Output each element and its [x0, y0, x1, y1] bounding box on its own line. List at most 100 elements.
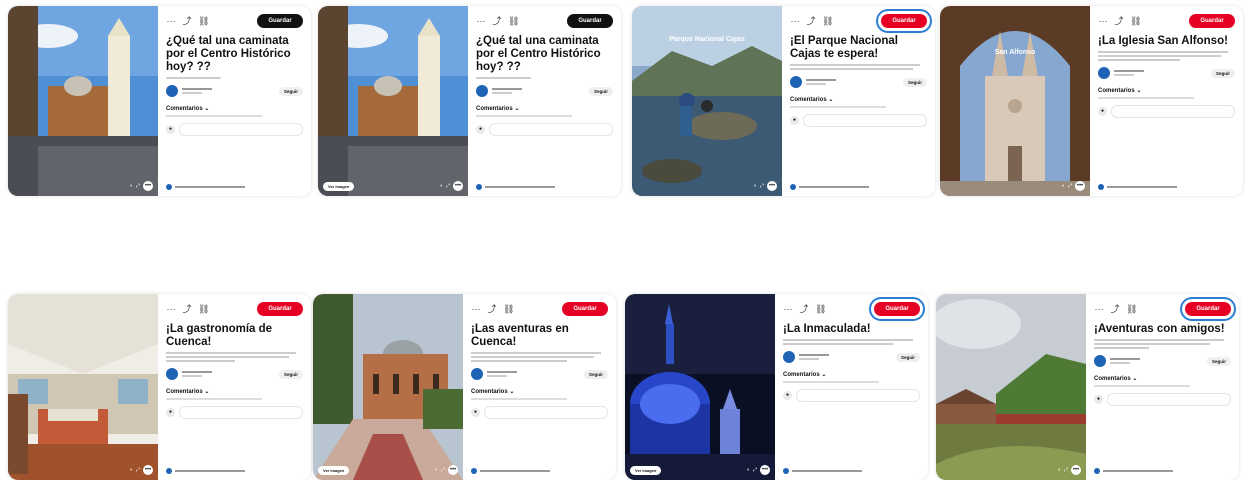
save-button[interactable]: Guardar [257, 302, 303, 316]
share-icon[interactable]: ⤴ [182, 16, 192, 26]
save-button[interactable]: Guardar [567, 14, 613, 28]
comment-input[interactable] [1107, 393, 1231, 406]
link-icon[interactable]: ⛓ [198, 304, 209, 314]
follow-button[interactable]: Seguir [1210, 68, 1235, 78]
more-options-icon[interactable]: ··· [471, 304, 481, 314]
save-button[interactable]: Guardar [1189, 14, 1235, 28]
see-image-button[interactable]: Ver imagen [318, 466, 350, 475]
avatar[interactable] [471, 368, 483, 380]
more-icon[interactable]: ••• [767, 181, 777, 191]
author-meta[interactable] [799, 354, 829, 360]
link-icon[interactable]: ⛓ [822, 16, 833, 26]
save-button[interactable]: Guardar [562, 302, 608, 316]
pin-image[interactable]: San Alfonso ◐ ⤢ ••• [940, 6, 1090, 196]
comment-input[interactable] [484, 406, 608, 419]
save-button[interactable]: Guardar [257, 14, 303, 28]
comment-input[interactable] [1111, 105, 1235, 118]
pin-image[interactable]: Ver imagen ◐ ⤢ ••• [625, 294, 775, 480]
avatar[interactable] [476, 85, 488, 97]
pin-card[interactable]: San Alfonso ◐ ⤢ ••• ··· ⤴ ⛓ Guardar ¡La … [940, 6, 1243, 196]
follow-button[interactable]: Seguir [583, 369, 608, 379]
author-meta[interactable] [182, 88, 212, 94]
comment-input[interactable] [796, 389, 920, 402]
author-meta[interactable] [182, 371, 212, 377]
follow-button[interactable]: Seguir [902, 77, 927, 87]
author-meta[interactable] [492, 88, 522, 94]
pin-card[interactable]: Ver imagen ◐ ⤢ ••• ··· ⤴ ⛓ Guardar ¿Qué … [318, 6, 621, 196]
avatar[interactable] [790, 76, 802, 88]
avatar[interactable] [166, 85, 178, 97]
share-icon[interactable]: ⤴ [799, 304, 809, 314]
more-options-icon[interactable]: ··· [476, 16, 486, 26]
link-icon[interactable]: ⛓ [198, 16, 209, 26]
follow-button[interactable]: Seguir [895, 352, 920, 362]
comments-heading[interactable]: Comentarios ⌄ [1094, 375, 1231, 382]
more-icon[interactable]: ••• [448, 465, 458, 475]
see-image-button[interactable]: Ver imagen [323, 182, 355, 191]
share-icon[interactable]: ⤴ [182, 304, 192, 314]
save-button[interactable]: Guardar [881, 14, 927, 28]
avatar[interactable] [783, 351, 795, 363]
comment-input[interactable] [179, 406, 303, 419]
pin-card[interactable]: Parque Nacional Cajas ◐ ⤢ ••• ··· ⤴ ⛓ Gu… [632, 6, 935, 196]
share-icon[interactable]: ⤴ [806, 16, 816, 26]
author-meta[interactable] [806, 79, 836, 85]
expand-icon[interactable]: ⤢ [760, 183, 764, 189]
pin-card[interactable]: Ver imagen ◐ ⤢ ••• ··· ⤴ ⛓ Guardar ¡Las … [313, 294, 616, 480]
avatar[interactable] [1094, 355, 1106, 367]
more-options-icon[interactable]: ··· [783, 304, 793, 314]
expand-icon[interactable]: ⤢ [136, 467, 140, 473]
link-icon[interactable]: ⛓ [1126, 304, 1137, 314]
expand-icon[interactable]: ⤢ [753, 467, 757, 473]
link-icon[interactable]: ⛓ [1130, 16, 1141, 26]
pin-image[interactable]: Ver imagen ◐ ⤢ ••• [313, 294, 463, 480]
save-button[interactable]: Guardar [874, 302, 920, 316]
author-meta[interactable] [487, 371, 517, 377]
info-icon[interactable]: ◐ [747, 467, 750, 473]
info-icon[interactable]: ◐ [130, 467, 133, 473]
save-button[interactable]: Guardar [1185, 302, 1231, 316]
share-icon[interactable]: ⤴ [492, 16, 502, 26]
comments-heading[interactable]: Comentarios ⌄ [790, 96, 927, 103]
comments-heading[interactable]: Comentarios ⌄ [783, 371, 920, 378]
pin-image[interactable]: ◐ ⤢ ••• [8, 294, 158, 480]
info-icon[interactable]: ◐ [1062, 183, 1065, 189]
comment-input[interactable] [803, 114, 927, 127]
share-icon[interactable]: ⤴ [487, 304, 497, 314]
comments-heading[interactable]: Comentarios ⌄ [471, 388, 608, 395]
see-image-button[interactable]: Ver imagen [630, 466, 662, 475]
more-options-icon[interactable]: ··· [166, 304, 176, 314]
comments-heading[interactable]: Comentarios ⌄ [166, 105, 303, 112]
comments-heading[interactable]: Comentarios ⌄ [166, 388, 303, 395]
more-icon[interactable]: ••• [453, 181, 463, 191]
expand-icon[interactable]: ⤢ [1068, 183, 1072, 189]
more-options-icon[interactable]: ··· [790, 16, 800, 26]
info-icon[interactable]: ◐ [130, 183, 133, 189]
author-meta[interactable] [1110, 358, 1140, 364]
author-meta[interactable] [1114, 70, 1144, 76]
pin-card[interactable]: ◐ ⤢ ••• ··· ⤴ ⛓ Guardar ¿Qué tal una cam… [8, 6, 311, 196]
expand-icon[interactable]: ⤢ [446, 183, 450, 189]
info-icon[interactable]: ◐ [1058, 467, 1061, 473]
follow-button[interactable]: Seguir [278, 86, 303, 96]
info-icon[interactable]: ◐ [435, 467, 438, 473]
avatar[interactable] [166, 368, 178, 380]
expand-icon[interactable]: ⤢ [441, 467, 445, 473]
info-icon[interactable]: ◐ [440, 183, 443, 189]
pin-image[interactable]: ◐ ⤢ ••• [936, 294, 1086, 480]
info-icon[interactable]: ◐ [754, 183, 757, 189]
share-icon[interactable]: ⤴ [1110, 304, 1120, 314]
pin-card[interactable]: ◐ ⤢ ••• ··· ⤴ ⛓ Guardar ¡La gastronomía … [8, 294, 311, 480]
pin-card[interactable]: Ver imagen ◐ ⤢ ••• ··· ⤴ ⛓ Guardar ¡La I… [625, 294, 928, 480]
comments-heading[interactable]: Comentarios ⌄ [1098, 87, 1235, 94]
pin-image[interactable]: ◐ ⤢ ••• [8, 6, 158, 196]
expand-icon[interactable]: ⤢ [1064, 467, 1068, 473]
more-options-icon[interactable]: ··· [166, 16, 176, 26]
link-icon[interactable]: ⛓ [815, 304, 826, 314]
more-icon[interactable]: ••• [1071, 465, 1081, 475]
expand-icon[interactable]: ⤢ [136, 183, 140, 189]
comments-heading[interactable]: Comentarios ⌄ [476, 105, 613, 112]
avatar[interactable] [1098, 67, 1110, 79]
follow-button[interactable]: Seguir [278, 369, 303, 379]
more-icon[interactable]: ••• [760, 465, 770, 475]
